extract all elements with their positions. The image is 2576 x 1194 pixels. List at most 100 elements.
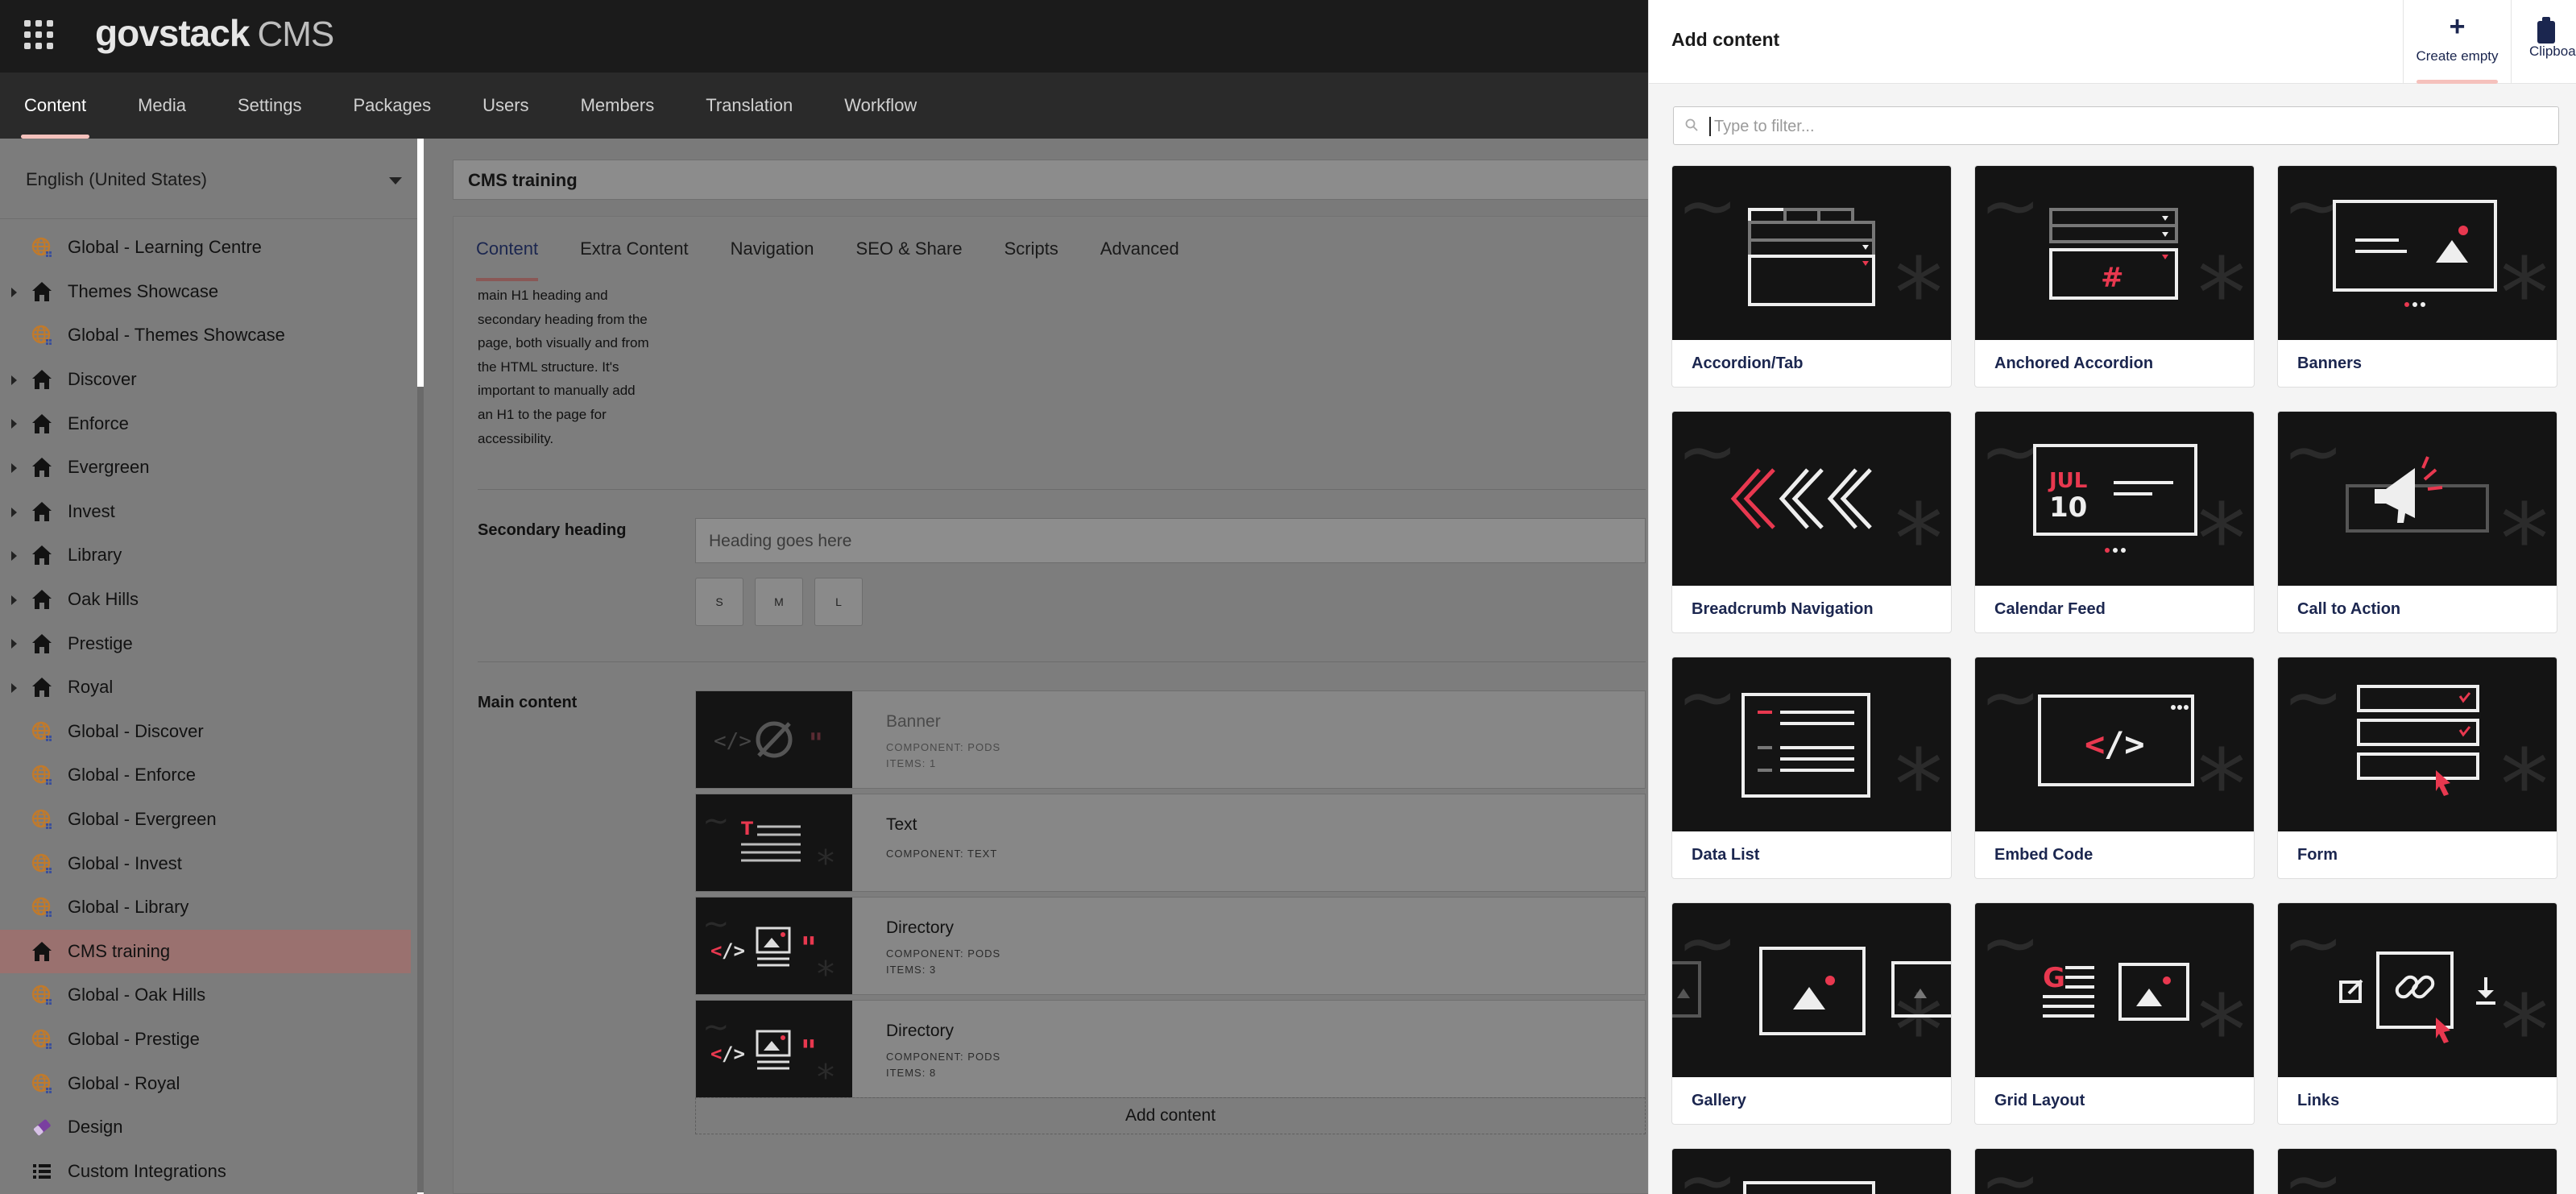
svg-text:~: ~ xyxy=(1677,903,1737,985)
card-gallery[interactable]: ~ * Gallery xyxy=(1671,902,1952,1125)
nav-workflow[interactable]: Workflow xyxy=(844,73,917,139)
card-breadcrumb-navigation[interactable]: ~ * Breadcrumb Navigation xyxy=(1671,411,1952,633)
create-empty-button[interactable]: + Create empty xyxy=(2403,0,2511,84)
nav-content[interactable]: Content xyxy=(20,73,90,139)
logo[interactable]: govstack CMS xyxy=(95,11,334,55)
svg-text:~: ~ xyxy=(2283,412,2343,494)
card-data-list[interactable]: ~ * Data List xyxy=(1671,657,1952,879)
section-nav: Content Media Settings Packages Users Me… xyxy=(0,73,1648,139)
tree-item[interactable]: Enforce xyxy=(0,401,411,446)
size-l-button[interactable]: L xyxy=(814,578,863,626)
card-banners[interactable]: ~ * Banners xyxy=(2277,165,2557,388)
tree-item[interactable]: Global - Invest xyxy=(0,841,411,885)
add-content-button[interactable]: Add content xyxy=(695,1097,1646,1134)
card-call-to-action[interactable]: ~ * Call to Action xyxy=(2277,411,2557,633)
expand-arrow-icon[interactable] xyxy=(11,551,17,562)
expand-arrow-icon[interactable] xyxy=(11,595,17,605)
tree-item[interactable]: Global - Oak Hills xyxy=(0,973,411,1018)
filter-input[interactable]: Type to filter... xyxy=(1673,106,2559,145)
content-block-text[interactable]: ~ T * Text COMPONENT: TEXT xyxy=(695,794,1646,892)
tab-seo-share[interactable]: SEO & Share xyxy=(856,217,963,281)
description-line: the HTML structure. It's xyxy=(478,359,619,375)
expand-arrow-icon[interactable] xyxy=(11,507,17,517)
tab-extra-content[interactable]: Extra Content xyxy=(580,217,689,281)
tree-item-label: Global - Invest xyxy=(68,852,182,873)
language-selector[interactable]: English (United States) xyxy=(0,139,417,219)
add-content-drawer: Add content + Create empty Clipboard Typ… xyxy=(1648,0,2576,1194)
nav-members[interactable]: Members xyxy=(581,73,655,139)
svg-text:~: ~ xyxy=(702,1009,730,1046)
tree-item-label: Global - Evergreen xyxy=(68,809,217,830)
tree-item[interactable]: Global - Evergreen xyxy=(0,798,411,842)
tree-item[interactable]: Global - Library xyxy=(0,885,411,930)
expand-arrow-icon[interactable] xyxy=(11,419,17,429)
card-partial[interactable]: ~ xyxy=(1671,1148,1952,1194)
tree-item[interactable]: Invest xyxy=(0,490,411,534)
tree-item[interactable]: Evergreen xyxy=(0,446,411,490)
tree-item[interactable]: Themes Showcase xyxy=(0,270,411,314)
content-tree: Global - Learning Centre Themes Showcase G… xyxy=(0,226,411,1193)
divider xyxy=(478,489,1646,490)
nav-packages[interactable]: Packages xyxy=(353,73,431,139)
card-embed-code[interactable]: ~ * </> Embed Code xyxy=(1974,657,2255,879)
nav-media[interactable]: Media xyxy=(138,73,186,139)
sidebar-scrollbar[interactable] xyxy=(417,387,424,1192)
card-calendar-feed[interactable]: ~ * JUL 10 Calendar Feed xyxy=(1974,411,2255,633)
tab-advanced[interactable]: Advanced xyxy=(1100,217,1179,281)
tree-item-label: Global - Discover xyxy=(68,720,204,741)
app-launcher-icon[interactable] xyxy=(24,20,53,49)
tree-item[interactable]: CMS training xyxy=(0,929,411,974)
tree-item[interactable]: Library xyxy=(0,533,411,578)
tree-item[interactable]: Custom Integrations xyxy=(0,1149,411,1193)
size-m-button[interactable]: M xyxy=(755,578,803,626)
tree-item[interactable]: Royal xyxy=(0,665,411,710)
tab-navigation[interactable]: Navigation xyxy=(731,217,814,281)
card-form[interactable]: ~ * Form xyxy=(2277,657,2557,879)
tree-item[interactable]: Design xyxy=(0,1105,411,1150)
svg-text:</>: </> xyxy=(714,729,752,753)
expand-arrow-icon[interactable] xyxy=(11,639,17,649)
secondary-heading-input[interactable]: Heading goes here xyxy=(695,518,1646,563)
clipboard-button[interactable]: Clipboard xyxy=(2511,0,2576,84)
tree-item[interactable]: Prestige xyxy=(0,621,411,665)
expand-arrow-icon[interactable] xyxy=(11,287,17,297)
content-block-directory[interactable]: ~ </> " * Directory COMPONENT: PODS ITEMS: … xyxy=(695,897,1646,995)
tree-item[interactable]: Global - Learning Centre xyxy=(0,226,411,270)
nav-settings[interactable]: Settings xyxy=(238,73,302,139)
globe-icon xyxy=(31,896,53,918)
page-name-field[interactable]: CMS training xyxy=(453,160,1661,200)
expand-arrow-icon[interactable] xyxy=(11,462,17,473)
tree-item[interactable]: Oak Hills xyxy=(0,578,411,622)
size-s-button[interactable]: S xyxy=(695,578,743,626)
card-links[interactable]: ~ * Links xyxy=(2277,902,2557,1125)
card-partial[interactable]: ~ xyxy=(1974,1148,2255,1194)
nav-users[interactable]: Users xyxy=(482,73,528,139)
tree-item[interactable]: Global - Enforce xyxy=(0,753,411,798)
content-block-directory[interactable]: ~ </> " * Directory COMPONENT: PODS ITEMS: … xyxy=(695,1000,1646,1098)
content-block-banner[interactable]: </> " Banner COMPONENT: PODS ITEMS: 1 xyxy=(695,690,1646,789)
card-accordion-tab[interactable]: ~ * Accordion/Tab xyxy=(1671,165,1952,388)
nav-translation[interactable]: Translation xyxy=(706,73,793,139)
block-component: COMPONENT: PODS xyxy=(886,1051,1001,1063)
svg-text:/>: /> xyxy=(722,1043,745,1065)
tree-item[interactable]: Global - Discover xyxy=(0,710,411,754)
tree-item[interactable]: Global - Prestige xyxy=(0,1018,411,1062)
block-name: Directory xyxy=(886,918,955,937)
tab-content[interactable]: Content xyxy=(476,217,539,281)
globe-icon xyxy=(31,984,53,1006)
tab-scripts[interactable]: Scripts xyxy=(1004,217,1058,281)
card-label: Calendar Feed xyxy=(1994,600,2106,618)
svg-text:*: * xyxy=(2197,976,2246,1077)
tree-item[interactable]: Global - Royal xyxy=(0,1061,411,1105)
page-title: CMS training xyxy=(468,170,578,190)
tree-item[interactable]: Global - Themes Showcase xyxy=(0,313,411,358)
tree-item-label: Global - Themes Showcase xyxy=(68,325,285,346)
tree-item-label: Global - Learning Centre xyxy=(68,237,262,258)
card-partial[interactable]: ~ xyxy=(2277,1148,2557,1194)
expand-arrow-icon[interactable] xyxy=(11,375,17,385)
tree-item[interactable]: Discover xyxy=(0,358,411,402)
tree-item-label: Global - Prestige xyxy=(68,1028,200,1049)
card-anchored-accordion[interactable]: ~ * # Anchored Accordion xyxy=(1974,165,2255,388)
expand-arrow-icon[interactable] xyxy=(11,682,17,693)
card-grid-layout[interactable]: ~ * G Grid Layout xyxy=(1974,902,2255,1125)
